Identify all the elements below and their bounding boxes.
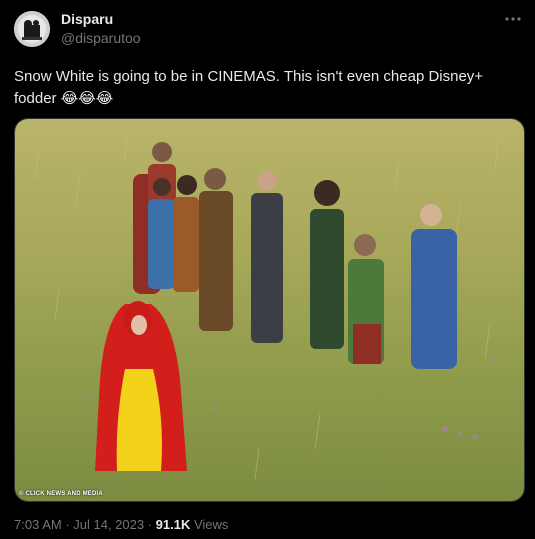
author-name[interactable]: Disparu bbox=[61, 11, 113, 27]
tweet-time[interactable]: 7:03 AM bbox=[14, 517, 62, 532]
views-count: 91.1K bbox=[155, 517, 191, 532]
more-horizontal-icon[interactable] bbox=[503, 9, 523, 29]
tweet-date[interactable]: Jul 14, 2023 bbox=[73, 517, 144, 532]
tweet-meta: 7:03 AM · Jul 14, 2023 · 91.1K Views bbox=[14, 517, 228, 532]
photo-credit: © CLICK NEWS AND MEDIA bbox=[19, 491, 103, 497]
meta-separator: · bbox=[61, 517, 74, 532]
photo-illustration bbox=[15, 119, 524, 501]
author-handle[interactable]: @disparutoo bbox=[61, 30, 141, 46]
views-label: Views bbox=[190, 517, 229, 532]
avatar-image bbox=[14, 11, 50, 47]
avatar[interactable] bbox=[14, 11, 50, 47]
tweet-photo[interactable]: © CLICK NEWS AND MEDIA bbox=[14, 118, 525, 502]
tweet-text: Snow White is going to be in CINEMAS. Th… bbox=[14, 68, 488, 107]
meta-separator: · bbox=[144, 517, 156, 532]
